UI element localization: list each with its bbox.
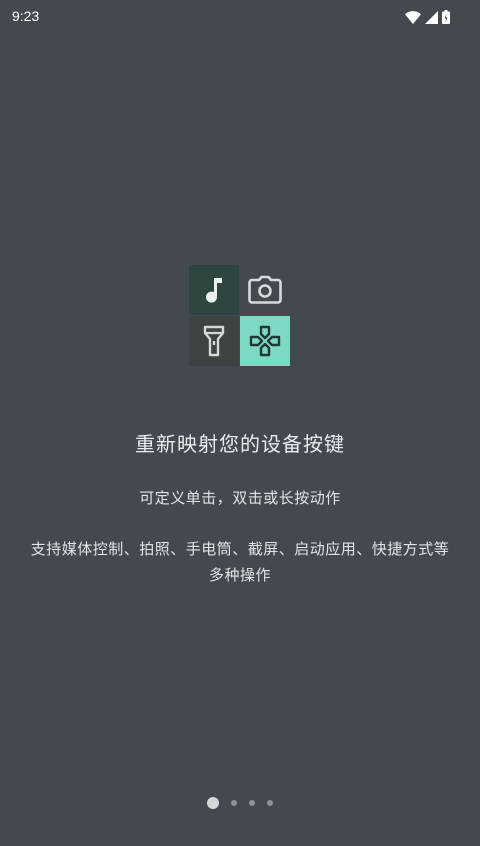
onboarding-title: 重新映射您的设备按键 bbox=[135, 432, 345, 456]
status-time: 9:23 bbox=[12, 8, 40, 24]
cell-signal-icon bbox=[425, 10, 438, 24]
battery-icon bbox=[442, 10, 450, 24]
onboarding-description: 支持媒体控制、拍照、手电筒、截屏、启动应用、快捷方式等多种操作 bbox=[30, 540, 450, 584]
onboarding-subtitle: 可定义单击，双击或长按动作 bbox=[139, 489, 341, 507]
page-indicator bbox=[0, 796, 480, 810]
page-dot-4[interactable] bbox=[267, 800, 273, 806]
feature-icon-grid bbox=[189, 265, 290, 366]
gamepad-tile bbox=[240, 316, 290, 366]
flashlight-icon bbox=[203, 325, 225, 357]
music-tile bbox=[189, 265, 239, 315]
onboarding-screen: 9:23 重新映射您的设备按键 可定义单击，双击或长按动作 支持媒体控制、拍照、… bbox=[0, 0, 480, 846]
wifi-icon bbox=[405, 10, 421, 24]
status-icons bbox=[405, 9, 450, 25]
flashlight-tile bbox=[189, 316, 239, 366]
status-bar: 9:23 bbox=[0, 0, 480, 34]
page-dot-3[interactable] bbox=[249, 800, 255, 806]
page-dot-1[interactable] bbox=[207, 797, 219, 809]
camera-tile bbox=[240, 265, 290, 315]
camera-icon bbox=[248, 275, 282, 305]
gamepad-icon bbox=[249, 325, 281, 357]
page-dot-2[interactable] bbox=[231, 800, 237, 806]
music-note-icon bbox=[201, 275, 227, 305]
